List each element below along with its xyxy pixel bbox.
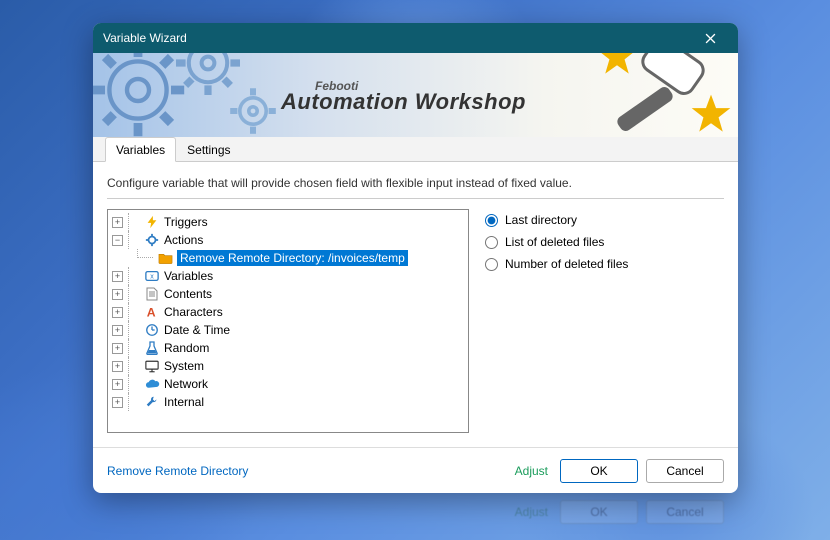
- banner-text: Febooti Automation Workshop: [281, 79, 526, 115]
- tree-item-date-time[interactable]: +Date & Time: [108, 321, 468, 339]
- radio-input[interactable]: [485, 258, 498, 271]
- adjust-link[interactable]: Adjust: [515, 464, 548, 478]
- tree-panel[interactable]: +Triggers−ActionsRemove Remote Directory…: [107, 209, 469, 433]
- tree-item-contents[interactable]: +Contents: [108, 285, 468, 303]
- footer-link[interactable]: Remove Remote Directory: [107, 464, 248, 478]
- folder-icon: [157, 250, 173, 266]
- tree-item-internal[interactable]: +Internal: [108, 393, 468, 411]
- close-button[interactable]: [692, 23, 728, 53]
- tree-item-system[interactable]: +System: [108, 357, 468, 375]
- char-icon: A: [144, 304, 160, 320]
- wrench-icon: [144, 394, 160, 410]
- monitor-icon: [144, 358, 160, 374]
- background-ghost-footer: Adjust OK Cancel: [93, 492, 738, 532]
- radio-input[interactable]: [485, 214, 498, 227]
- expander-icon[interactable]: +: [112, 271, 123, 282]
- expander-icon[interactable]: +: [112, 289, 123, 300]
- radio-list-of-deleted-files[interactable]: List of deleted files: [485, 231, 724, 253]
- tab-variables[interactable]: Variables: [105, 137, 176, 162]
- radio-last-directory[interactable]: Last directory: [485, 209, 724, 231]
- tab-settings[interactable]: Settings: [176, 137, 241, 162]
- expander-icon[interactable]: −: [112, 235, 123, 246]
- titlebar[interactable]: Variable Wizard: [93, 23, 738, 53]
- radio-group: Last directoryList of deleted filesNumbe…: [485, 209, 724, 447]
- expander-icon[interactable]: +: [112, 397, 123, 408]
- expander-icon[interactable]: +: [112, 325, 123, 336]
- ok-button[interactable]: OK: [560, 459, 638, 483]
- gear-icon: [144, 232, 160, 248]
- svg-text:x: x: [150, 274, 154, 281]
- bolt-icon: [144, 214, 160, 230]
- banner: Febooti Automation Workshop: [93, 53, 738, 137]
- footer: Remove Remote Directory Adjust OK Cancel: [93, 447, 738, 493]
- description-text: Configure variable that will provide cho…: [107, 172, 724, 199]
- expander-icon[interactable]: +: [112, 379, 123, 390]
- tree-item-remove-remote-directory-invoices-temp[interactable]: Remove Remote Directory: /invoices/temp: [108, 249, 468, 267]
- window-title: Variable Wizard: [103, 31, 692, 45]
- cancel-button[interactable]: Cancel: [646, 459, 724, 483]
- wand-icon: [616, 53, 716, 137]
- clock-icon: [144, 322, 160, 338]
- gear-icon: [223, 81, 283, 137]
- tree-item-network[interactable]: +Network: [108, 375, 468, 393]
- radio-number-of-deleted-files[interactable]: Number of deleted files: [485, 253, 724, 275]
- tree-item-random[interactable]: +Random: [108, 339, 468, 357]
- svg-text:A: A: [147, 305, 156, 319]
- tabs: Variables Settings: [93, 137, 738, 162]
- tree-item-actions[interactable]: −Actions: [108, 231, 468, 249]
- tree-item-characters[interactable]: +ACharacters: [108, 303, 468, 321]
- tree-item-variables[interactable]: +xVariables: [108, 267, 468, 285]
- var-icon: x: [144, 268, 160, 284]
- tree-item-triggers[interactable]: +Triggers: [108, 213, 468, 231]
- expander-icon[interactable]: +: [112, 361, 123, 372]
- expander-icon[interactable]: +: [112, 343, 123, 354]
- variable-wizard-window: Variable Wizard F: [93, 23, 738, 493]
- expander-icon[interactable]: +: [112, 217, 123, 228]
- radio-input[interactable]: [485, 236, 498, 249]
- expander-icon[interactable]: +: [112, 307, 123, 318]
- flask-icon: [144, 340, 160, 356]
- cloud-icon: [144, 376, 160, 392]
- doc-icon: [144, 286, 160, 302]
